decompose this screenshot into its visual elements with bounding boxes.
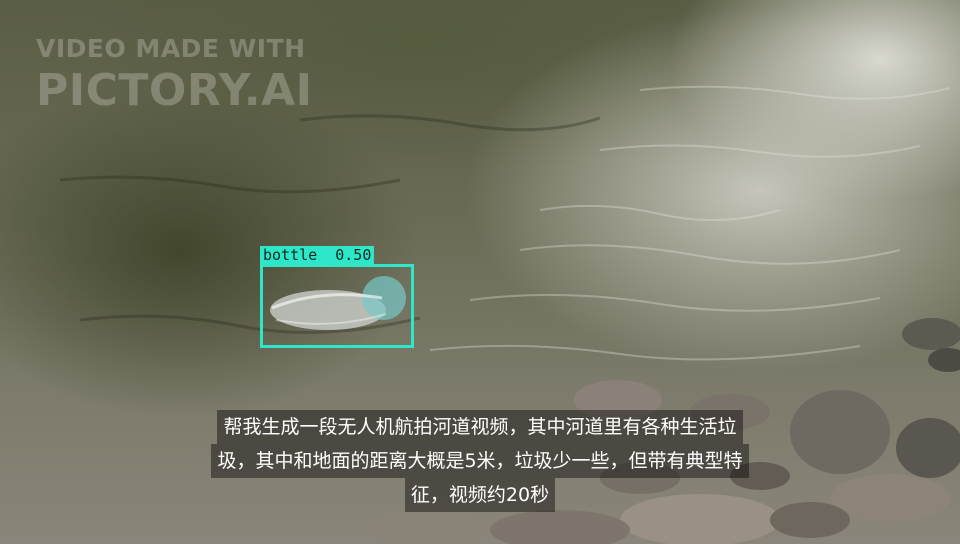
video-frame: VIDEO MADE WITH PICTORY.AI bottle 0.50 帮…	[0, 0, 960, 544]
caption-line-2: 圾，其中和地面的距离大概是5米，垃圾少一些，但带有典型特	[211, 444, 749, 478]
caption-line-1: 帮我生成一段无人机航拍河道视频，其中河道里有各种生活垃	[217, 410, 743, 444]
caption-line-3: 征，视频约20秒	[404, 478, 556, 512]
subtitle-caption: 帮我生成一段无人机航拍河道视频，其中河道里有各种生活垃 圾，其中和地面的距离大概…	[0, 410, 960, 512]
